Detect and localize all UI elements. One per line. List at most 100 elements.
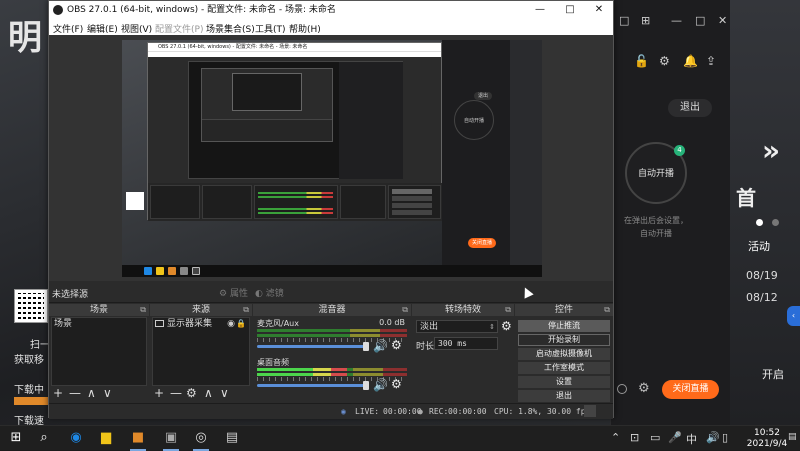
mixer-track-mic: 麦克风/Aux 0.0 dB 🔊 ⚙	[255, 318, 409, 356]
close-live-button[interactable]: 关闭直播	[662, 380, 719, 399]
ime-indicator[interactable]: 中	[686, 431, 697, 447]
client-exit-button[interactable]: 退出	[668, 99, 712, 117]
dock-float-icon[interactable]: ⧉	[505, 304, 511, 316]
obs-taskbar-icon[interactable]: ◎	[193, 430, 209, 446]
menu-edit[interactable]: 编辑(E)	[87, 22, 118, 35]
taskbar-clock[interactable]: 10:52 2021/9/4	[741, 428, 793, 450]
remove-scene-button[interactable]: —	[69, 386, 81, 400]
add-source-button[interactable]: +	[154, 386, 164, 400]
notification-icon[interactable]: ▤	[788, 432, 797, 442]
lock-icon[interactable]: 🔓	[634, 54, 649, 68]
volume-icon[interactable]: 🔊	[706, 431, 720, 444]
resize-grip[interactable]	[584, 405, 596, 417]
volume-slider-handle[interactable]	[363, 381, 369, 390]
client-maximize-button[interactable]: □	[695, 14, 705, 27]
sources-list[interactable]: 显示器采集 ◉ 🔒	[152, 317, 250, 386]
properties-button[interactable]: ⚙ 属性	[219, 286, 248, 299]
chevron-up-icon[interactable]: ⌃	[611, 431, 620, 444]
settings-icon[interactable]: ⚙	[659, 54, 670, 68]
side-activity-label[interactable]: 活动	[748, 238, 770, 254]
clock-icon[interactable]	[617, 384, 627, 394]
client-minimize-button[interactable]: —	[671, 14, 682, 27]
app-game-icon[interactable]: ▣	[163, 430, 179, 446]
move-scene-up-button[interactable]: ∧	[87, 386, 96, 400]
sources-dock-header: 来源 ⧉	[150, 304, 252, 316]
stop-streaming-button[interactable]: 停止推流	[518, 320, 610, 332]
gear-icon[interactable]: ⚙	[501, 319, 512, 333]
volume-slider[interactable]	[257, 384, 365, 387]
side-expand-tab[interactable]: ‹	[787, 306, 800, 326]
gear-icon[interactable]: ⚙	[638, 381, 650, 396]
carousel-dot[interactable]	[772, 219, 779, 226]
preview-nested-obs-3	[232, 73, 302, 111]
preview-nested-canvas	[188, 61, 403, 179]
menu-file[interactable]: 文件(F)	[53, 22, 83, 35]
speaker-icon[interactable]: 🔊	[373, 339, 388, 353]
volume-meter	[257, 329, 407, 332]
scenes-dock-header: 场景 ⧉	[49, 304, 149, 316]
carousel-dot-active[interactable]	[756, 219, 763, 226]
move-source-up-button[interactable]: ∧	[204, 386, 213, 400]
obs-close-button[interactable]: ✕	[584, 1, 614, 19]
edge-icon[interactable]: ◉	[68, 430, 84, 446]
exit-button[interactable]: 退出	[518, 390, 610, 402]
dock-float-icon[interactable]: ⧉	[402, 304, 408, 316]
volume-slider-handle[interactable]	[363, 342, 369, 351]
menu-help[interactable]: 帮助(H)	[289, 22, 321, 35]
preview-nested-docks	[148, 183, 443, 221]
preview-area: OBS 27.0.1 (64-bit, windows) - 配置文件: 未命名…	[49, 35, 613, 281]
app-orange-icon[interactable]: ■	[130, 430, 146, 446]
dock-float-icon[interactable]: ⧉	[604, 304, 610, 316]
lock-icon[interactable]: 🔒	[236, 318, 246, 330]
menu-view[interactable]: 视图(V)	[121, 22, 152, 35]
client-tb-icon-1[interactable]: □	[619, 14, 629, 27]
live-time: 00:00:00	[383, 407, 422, 416]
search-icon[interactable]: ⌕	[36, 430, 52, 446]
start-recording-button[interactable]: 开始录制	[518, 334, 610, 346]
remove-source-button[interactable]: —	[170, 386, 182, 400]
eye-icon[interactable]: ◉	[227, 318, 235, 330]
menu-tools[interactable]: 工具(T)	[255, 22, 286, 35]
obs-minimize-button[interactable]: —	[525, 1, 555, 19]
settings-button[interactable]: 设置	[518, 376, 610, 388]
network-icon[interactable]: ▭	[650, 431, 660, 444]
scenes-list[interactable]: 场景	[51, 317, 147, 386]
file-explorer-icon[interactable]: ▆	[98, 430, 114, 446]
move-source-down-button[interactable]: ∨	[220, 386, 229, 400]
mixer-track-name: 桌面音频	[257, 358, 289, 367]
chevron-right-icon[interactable]: »	[762, 134, 780, 167]
mixer-track-desktop: 桌面音频 🔊 ⚙	[255, 357, 409, 395]
transition-select[interactable]: 淡出 ⇕	[416, 320, 498, 333]
gear-icon[interactable]: ⚙	[391, 338, 402, 352]
menu-scene-collection[interactable]: 场景集合(S)	[206, 22, 255, 35]
menu-profile[interactable]: 配置文件(P)	[155, 22, 203, 35]
gear-icon[interactable]: ⚙	[391, 377, 402, 391]
source-properties-gear-button[interactable]: ⚙	[186, 386, 197, 400]
scene-item[interactable]: 场景	[52, 318, 146, 330]
preview-taskbar	[122, 265, 542, 277]
dock-float-icon[interactable]: ⧉	[243, 304, 249, 316]
move-scene-down-button[interactable]: ∨	[103, 386, 112, 400]
share-icon[interactable]: ⇪	[706, 54, 716, 68]
client-tb-icon-2[interactable]: ⊞	[641, 14, 650, 27]
dock-float-icon[interactable]: ⧉	[140, 304, 146, 316]
studio-mode-button[interactable]: 工作室模式	[518, 362, 610, 374]
start-virtual-camera-button[interactable]: 启动虚拟摄像机	[518, 348, 610, 360]
preview-canvas[interactable]: OBS 27.0.1 (64-bit, windows) - 配置文件: 未命名…	[122, 40, 542, 277]
obs-maximize-button[interactable]: □	[555, 1, 585, 19]
app-window-icon[interactable]: ▤	[224, 430, 240, 446]
speaker-icon[interactable]: 🔊	[373, 378, 388, 392]
microphone-icon[interactable]: 🎤	[668, 431, 682, 444]
windows-start-icon[interactable]: ⊞	[8, 430, 24, 446]
duration-input[interactable]: 300 ms	[434, 337, 498, 350]
no-source-selected-label: 未选择源	[52, 290, 89, 300]
client-close-button[interactable]: ✕	[718, 14, 727, 27]
filters-button[interactable]: ◐ 滤镜	[255, 286, 284, 299]
bell-icon[interactable]: 🔔	[683, 54, 698, 68]
network-wifi-icon[interactable]: ▯	[722, 431, 728, 444]
volume-slider[interactable]	[257, 345, 365, 348]
source-item[interactable]: 显示器采集 ◉ 🔒	[153, 318, 249, 330]
add-scene-button[interactable]: +	[53, 386, 63, 400]
tray-app-icon[interactable]: ⊡	[630, 431, 639, 444]
duration-label: 时长	[416, 342, 435, 352]
